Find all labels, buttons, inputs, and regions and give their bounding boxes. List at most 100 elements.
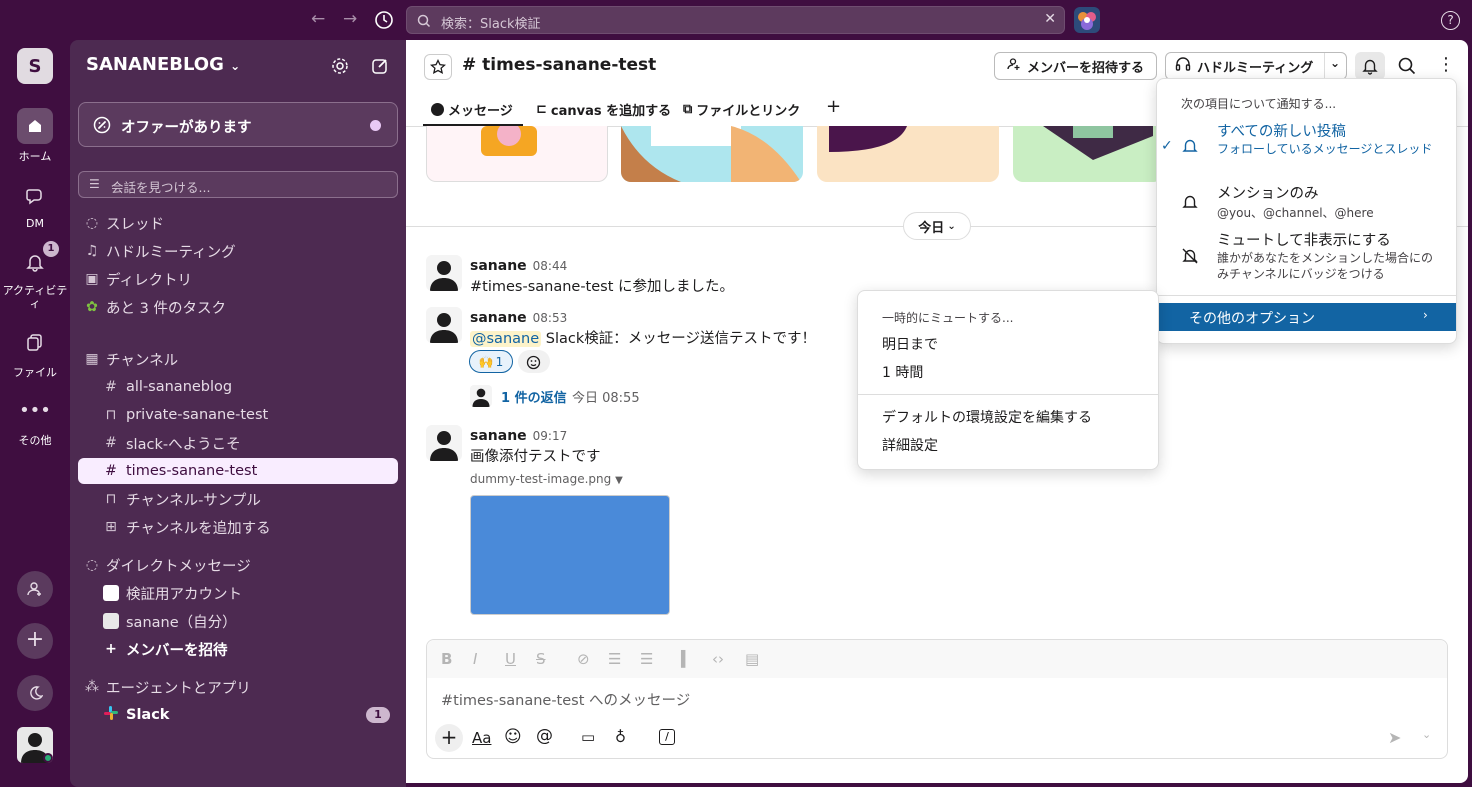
compose-icon[interactable] (370, 56, 390, 80)
clear-search-button[interactable]: ✕ (1044, 11, 1056, 27)
sidebar-item-huddles[interactable]: ♫ ハドルミーティング (78, 238, 398, 264)
workspace-switcher[interactable]: S (17, 48, 53, 84)
forward-button[interactable]: → (343, 9, 357, 29)
attachment-image[interactable] (470, 495, 670, 615)
hash-icon: # (105, 435, 117, 451)
sidebar-channel[interactable]: # slack-へようこそ (78, 430, 398, 456)
search-icon[interactable] (1397, 56, 1417, 80)
sidebar-channel[interactable]: ⊓ チャンネル-サンプル (78, 486, 398, 512)
welcome-card[interactable] (621, 126, 803, 182)
mention-icon[interactable]: @ (536, 726, 553, 746)
rail-more[interactable]: ••• その他 (0, 392, 70, 448)
huddle-button[interactable]: ハドルミーティング ⌄ (1165, 52, 1347, 80)
help-button[interactable]: ? (1441, 11, 1460, 30)
strikethrough-icon[interactable]: S (536, 650, 546, 668)
send-icon[interactable]: ➤ (1388, 728, 1401, 747)
bullet-list-icon[interactable]: ☰ (640, 650, 653, 668)
reaction-count: 1 (495, 354, 504, 369)
message-time[interactable]: 09:17 (533, 429, 568, 443)
bold-icon[interactable]: B (441, 650, 452, 668)
message-time[interactable]: 08:53 (533, 311, 568, 325)
welcome-card[interactable] (1013, 126, 1163, 182)
chevron-down-icon: ⌄ (230, 59, 241, 73)
underline-icon[interactable]: U (505, 650, 516, 668)
tab-canvas[interactable]: ⊏ canvas を追加する (536, 100, 671, 119)
sidebar-dm[interactable]: 検証用アカウント (78, 580, 398, 606)
dm-header[interactable]: ◌ ダイレクトメッセージ (78, 552, 398, 578)
user-mention[interactable]: @sanane (470, 331, 542, 347)
date-divider-button[interactable]: 今日 ⌄ (903, 212, 971, 240)
settings-icon[interactable] (330, 56, 350, 80)
channel-title[interactable]: # times-sanane-test (462, 55, 656, 75)
shortcuts-icon[interactable]: / (659, 729, 675, 745)
sidebar-app-slack[interactable]: Slack 1 (78, 702, 398, 728)
thread-replies-link[interactable]: 1 件の返信 (501, 387, 567, 406)
find-conversation-input[interactable]: ☰ 会話を見つける... (78, 171, 398, 198)
back-button[interactable]: ← (311, 9, 325, 29)
notification-bell-button[interactable] (1355, 52, 1385, 80)
attachment-name[interactable]: dummy-test-image.png ▼ (470, 472, 623, 486)
avatar[interactable] (426, 425, 462, 461)
code-icon[interactable]: ‹› (712, 650, 724, 668)
moon-icon[interactable] (17, 675, 53, 711)
invite-members-button[interactable]: + メンバーを招待 (78, 636, 398, 662)
link-icon[interactable]: ⊘ (577, 650, 590, 668)
add-user-icon[interactable] (17, 571, 53, 607)
ordered-list-icon[interactable]: ☰ (608, 650, 621, 668)
message-author[interactable]: sanane (470, 310, 527, 326)
add-workspace-icon[interactable]: + (17, 623, 53, 659)
welcome-card[interactable] (426, 126, 608, 182)
rail-activity[interactable]: アクティビティ 1 (0, 241, 70, 310)
edit-default-preferences[interactable]: デフォルトの環境設定を編集する (882, 407, 1092, 427)
add-attachment-button[interactable]: + (435, 724, 463, 752)
code-block-icon[interactable]: ▤ (745, 650, 759, 668)
message-input[interactable]: #times-sanane-test へのメッセージ (441, 689, 690, 710)
ai-assistant-icon[interactable] (1074, 7, 1100, 33)
emoji-icon[interactable]: ☺ (504, 727, 522, 747)
sidebar-item-threads[interactable]: ◌ スレッド (78, 210, 398, 236)
microphone-icon[interactable]: ♁ (615, 728, 626, 746)
welcome-card[interactable] (817, 126, 999, 182)
sidebar-item-tasks[interactable]: ✿ あと 3 件のタスク (78, 294, 398, 320)
message-author[interactable]: sanane (470, 428, 527, 444)
sidebar-item-directory[interactable]: ▣ ディレクトリ (78, 266, 398, 292)
clock-icon[interactable] (374, 10, 394, 30)
invite-member-button[interactable]: メンバーを招待する (994, 52, 1157, 80)
chevron-down-icon[interactable]: ⌄ (1330, 56, 1340, 70)
sidebar-dm[interactable]: sanane（自分） (78, 608, 398, 634)
message-time[interactable]: 08:44 (533, 259, 568, 273)
italic-icon[interactable]: I (473, 650, 477, 668)
tab-messages[interactable]: メッセージ (431, 100, 513, 119)
formatting-toggle[interactable]: Aa (472, 729, 491, 747)
rail-files[interactable]: ファイル (0, 324, 70, 380)
star-icon[interactable] (424, 54, 452, 80)
menu-divider (858, 394, 1158, 395)
apps-header[interactable]: ⁂ エージェントとアプリ (78, 674, 398, 700)
workspace-name[interactable]: SANANEBLOG ⌄ (86, 54, 240, 75)
search-input[interactable]: 検索：Slack検証 ✕ (406, 6, 1065, 34)
send-options-chevron[interactable]: ⌄ (1422, 728, 1431, 741)
reaction-pill[interactable]: 🙌 1 (469, 350, 513, 373)
channels-header[interactable]: ▦ チャンネル (78, 346, 398, 372)
offer-banner[interactable]: オファーがあります (78, 102, 398, 147)
more-options-item[interactable]: その他のオプション › (1159, 303, 1456, 331)
user-avatar[interactable] (17, 727, 53, 763)
avatar[interactable] (426, 255, 462, 291)
tab-files[interactable]: ⧉ ファイルとリンク (683, 100, 800, 119)
video-icon[interactable]: ▭ (581, 728, 595, 746)
add-tab-button[interactable]: + (826, 96, 841, 117)
rail-dm[interactable]: DM (0, 177, 70, 230)
add-reaction-icon[interactable] (518, 350, 550, 373)
mute-until-tomorrow[interactable]: 明日まで (882, 334, 938, 354)
sidebar-channel[interactable]: ⊓ private-sanane-test (78, 402, 398, 428)
message-author[interactable]: sanane (470, 258, 527, 274)
mute-one-hour[interactable]: 1 時間 (882, 362, 923, 382)
rail-home[interactable]: ホーム (0, 108, 70, 164)
advanced-settings[interactable]: 詳細設定 (882, 435, 938, 455)
avatar[interactable] (426, 307, 462, 343)
blockquote-icon[interactable]: ▍ (681, 650, 693, 668)
add-channel-button[interactable]: ⊞ チャンネルを追加する (78, 514, 398, 540)
sidebar-channel-active[interactable]: # times-sanane-test (78, 458, 398, 484)
sidebar-channel[interactable]: # all-sananeblog (78, 374, 398, 400)
kebab-menu-icon[interactable]: ⋮ (1437, 55, 1455, 75)
